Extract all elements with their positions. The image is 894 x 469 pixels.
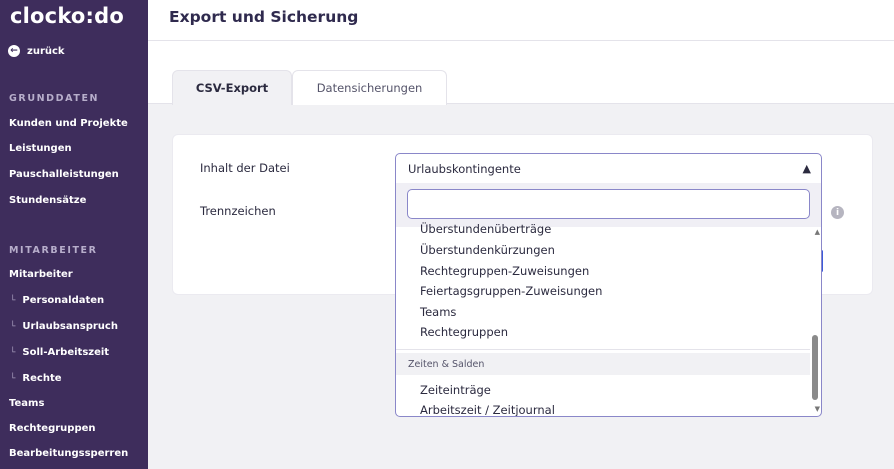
dropdown-option[interactable]: Rechtegruppen [420, 325, 508, 339]
sidebar-item-personaldaten[interactable]: └ Personaldaten [10, 295, 104, 306]
sidebar-item-teams[interactable]: Teams [9, 398, 44, 409]
sidebar-item-pauschalleistungen[interactable]: Pauschalleistungen [9, 169, 119, 180]
tab-datensicherungen[interactable]: Datensicherungen [292, 70, 447, 105]
sidebar-item-rechtegruppen[interactable]: Rechtegruppen [9, 423, 96, 434]
dropdown-option[interactable]: Überstundenkürzungen [420, 243, 555, 257]
separator-label: Trennzeichen [200, 204, 276, 218]
sidebar-item-rechte[interactable]: └ Rechte [10, 373, 62, 384]
tree-branch-icon: └ [10, 374, 16, 384]
back-label: zurück [27, 45, 65, 57]
scroll-up-arrow-icon[interactable]: ▲ [815, 228, 820, 236]
select-dropdown: Überstundenüberträge Überstundenkürzunge… [395, 183, 822, 417]
scroll-thumb[interactable] [812, 335, 818, 400]
dropdown-search-area [396, 183, 821, 227]
section-heading-grunddaten: GRUNDDATEN [9, 93, 100, 104]
sidebar-item-leistungen[interactable]: Leistungen [9, 143, 72, 154]
dropdown-search-input[interactable] [407, 189, 810, 219]
sidebar-item-label: Urlaubsanspruch [22, 321, 118, 332]
page-title: Export und Sicherung [169, 8, 359, 26]
sidebar-item-kunden-und-projekte[interactable]: Kunden und Projekte [9, 118, 128, 129]
app-logo[interactable]: clocko:do [10, 4, 124, 28]
dropdown-option[interactable]: Feiertagsgruppen-Zuweisungen [420, 284, 602, 298]
info-icon[interactable]: i [831, 206, 844, 219]
scroll-down-arrow-icon[interactable]: ▼ [815, 405, 820, 413]
tree-branch-icon: └ [10, 322, 16, 332]
content-label: Inhalt der Datei [200, 161, 290, 175]
dropdown-option[interactable]: Zeiteinträge [420, 383, 491, 397]
section-heading-mitarbeiter: MITARBEITER [9, 245, 98, 256]
content-select[interactable]: Urlaubskontingente ▲ [395, 153, 822, 184]
group-divider [396, 349, 810, 350]
dropdown-option[interactable]: Überstundenüberträge [420, 222, 551, 236]
sidebar-item-urlaubsanspruch[interactable]: └ Urlaubsanspruch [10, 321, 118, 332]
dropdown-option[interactable]: Rechtegruppen-Zuweisungen [420, 264, 589, 278]
sidebar: clocko:do ← zurück GRUNDDATEN Kunden und… [0, 0, 148, 469]
dropdown-option[interactable]: Teams [420, 305, 456, 319]
sidebar-item-bearbeitungssperren[interactable]: Bearbeitungssperren [9, 448, 128, 459]
group-heading: Zeiten & Salden [396, 353, 810, 375]
chevron-up-icon: ▲ [802, 162, 811, 175]
tree-branch-icon: └ [10, 296, 16, 306]
tab-bar: CSV-Export Datensicherungen [148, 41, 894, 105]
sidebar-item-soll-arbeitszeit[interactable]: └ Soll-Arbeitszeit [10, 347, 109, 358]
back-link[interactable]: ← zurück [8, 45, 65, 57]
back-arrow-icon: ← [8, 45, 20, 57]
sidebar-item-mitarbeiter[interactable]: Mitarbeiter [9, 269, 73, 280]
selected-value: Urlaubskontingente [408, 161, 521, 176]
tab-csv-export[interactable]: CSV-Export [172, 70, 292, 105]
dropdown-option[interactable]: Arbeitszeit / Zeitjournal [420, 403, 555, 416]
sidebar-item-label: Rechte [22, 373, 62, 384]
sidebar-item-stundensaetze[interactable]: Stundensätze [9, 195, 86, 206]
top-bar: Export und Sicherung [148, 0, 894, 41]
sidebar-item-label: Personaldaten [22, 295, 105, 306]
sidebar-item-label: Soll-Arbeitszeit [22, 347, 110, 358]
tree-branch-icon: └ [10, 348, 16, 358]
